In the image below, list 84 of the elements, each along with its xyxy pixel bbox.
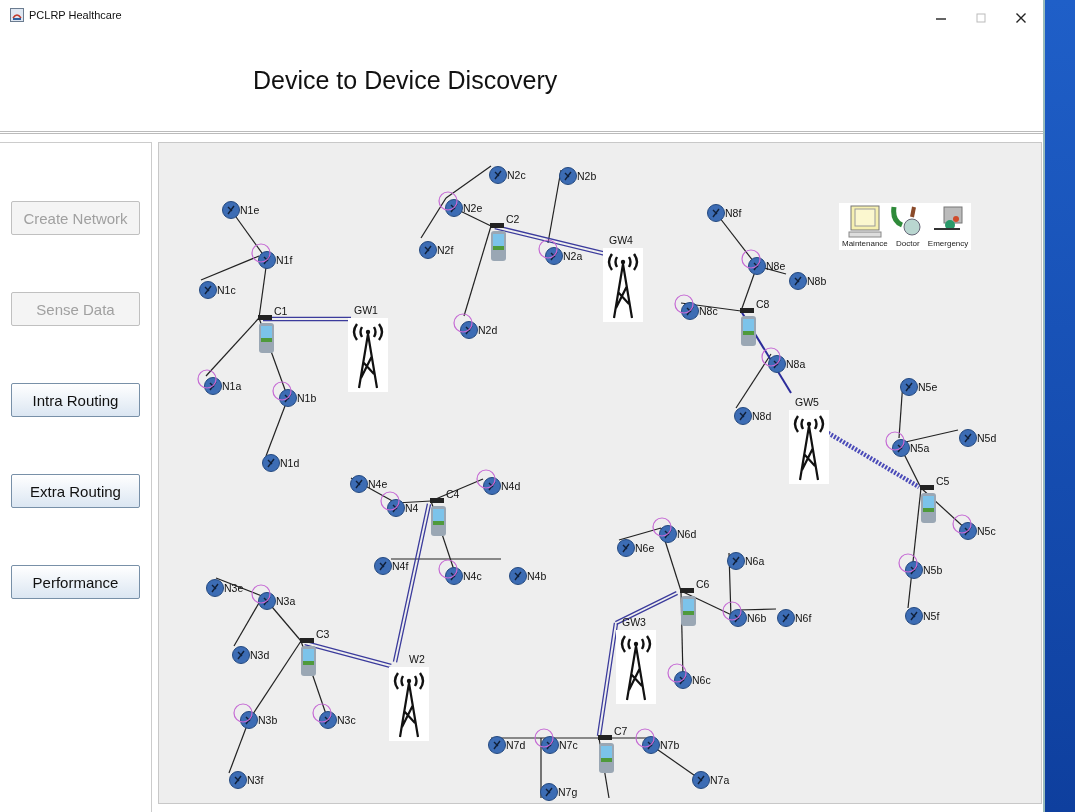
cluster-head-label: C5 [936,475,950,487]
node-label: N5e [918,381,938,393]
node-label: N1b [297,392,317,404]
node-label: N2c [507,169,526,181]
cluster-head-label: C8 [756,298,770,310]
phone-icon [740,308,756,346]
node-label: N8f [725,207,742,219]
node-label: N8b [807,275,827,287]
node-label: N3d [250,649,270,661]
node-label: N7c [559,739,578,751]
cluster-head-label: C3 [316,628,330,640]
gateway-label: GW1 [354,304,378,316]
node-label: N7g [558,786,578,798]
phone-icon [920,485,936,523]
action-button[interactable]: Intra Routing [11,383,140,417]
node-label: N5a [910,442,930,454]
node-label: N2b [577,170,597,182]
node-label: N1a [222,380,242,392]
node-label: N6d [677,528,697,540]
node-label: N8e [766,260,786,272]
node-label: N4e [368,478,388,490]
phone-icon [680,588,696,626]
cluster-head-label: C6 [696,578,710,590]
node-label: N4c [463,570,482,582]
node-label: N6e [635,542,655,554]
legend-label: Emergency [927,239,969,248]
tower-icon [603,248,643,322]
legend-label: Doctor [896,239,920,248]
legend-label: Maintenance [842,239,888,248]
node-label: N7d [506,739,526,751]
tower-icon [789,410,829,484]
action-button[interactable]: Extra Routing [11,474,140,508]
node-label: N5f [923,610,940,622]
node-label: N3c [337,714,356,726]
phone-icon [598,735,614,773]
node-label: N7b [660,739,680,751]
node-label: N1f [276,254,293,266]
node-label: N4d [501,480,521,492]
node-label: N4 [405,502,419,514]
node-label: N7a [710,774,730,786]
node-label: N2e [463,202,483,214]
gateway-label: W2 [409,653,425,665]
node-label: N6f [795,612,812,624]
gateway-label: GW5 [795,396,819,408]
tower-icon [348,318,388,392]
node-label: N3e [224,582,244,594]
node-label: N1e [240,204,260,216]
node-label: N6b [747,612,767,624]
phone-icon [430,498,446,536]
node-label: N3b [258,714,278,726]
node-label: N1d [280,457,300,469]
node-label: N2d [478,324,498,336]
node-label: N8d [752,410,772,422]
window-title: PCLRP Healthcare [29,8,122,22]
tower-icon [616,630,656,704]
node-label: N5d [977,432,997,444]
phone-icon [300,638,316,676]
node-label: N5c [977,525,996,537]
action-button[interactable]: Performance [11,565,140,599]
phone-icon [258,315,274,353]
phone-icon [490,223,506,261]
cluster-head-label: C7 [614,725,628,737]
node-label: N5b [923,564,943,576]
close-icon[interactable] [1015,12,1027,24]
node-label: N2f [437,244,454,256]
node-label: N8a [786,358,806,370]
node-label: N3a [276,595,296,607]
cluster-head-label: C1 [274,305,288,317]
app-icon [10,8,24,22]
cluster-head-label: C2 [506,213,520,225]
node-label: N4b [527,570,547,582]
node-label: N3f [247,774,264,786]
node-label: N8c [699,305,718,317]
computer-icon [846,205,883,239]
link-line [735,353,772,409]
node-label: N6a [745,555,765,567]
gateway-label: GW3 [622,616,646,628]
gateway-label: GW4 [609,234,633,246]
node-label: N1c [217,284,236,296]
page-heading: Device to Device Discovery [253,66,558,95]
node-label: N6c [692,674,711,686]
node-label: N2a [563,250,583,262]
node-label: N4f [392,560,409,572]
tower-icon [389,667,429,741]
